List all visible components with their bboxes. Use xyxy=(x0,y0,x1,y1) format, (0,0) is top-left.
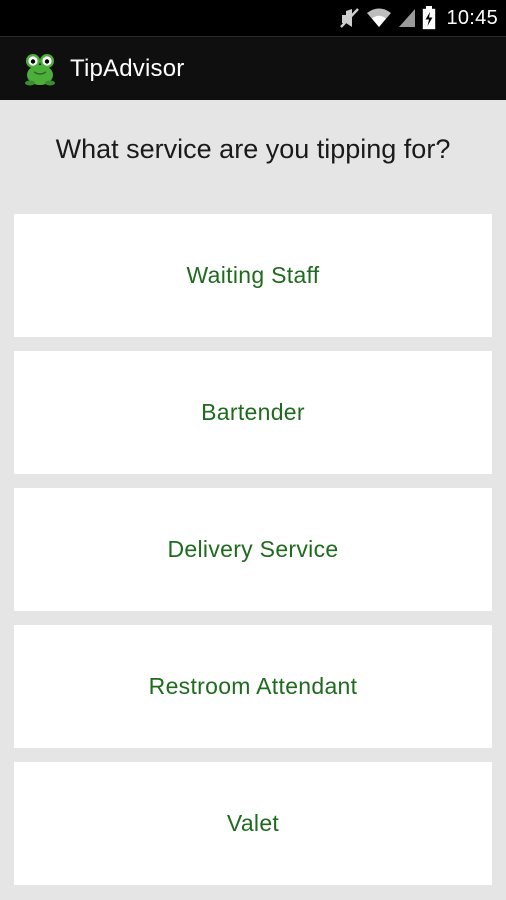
status-icons: 10:45 xyxy=(340,0,498,36)
option-restroom-attendant-button[interactable]: Restroom Attendant xyxy=(14,625,492,748)
page-question: What service are you tipping for? xyxy=(55,134,451,164)
option-label: Valet xyxy=(226,810,280,836)
service-options: Waiting Staff Bartender Delivery Service… xyxy=(14,214,492,899)
status-bar: 10:45 xyxy=(0,0,506,36)
clock: 10:45 xyxy=(446,6,498,29)
option-label: Delivery Service xyxy=(167,536,339,562)
option-label: Bartender xyxy=(201,399,305,425)
battery-charging-icon xyxy=(422,6,436,30)
main-content: What service are you tipping for? Waitin… xyxy=(0,100,506,900)
option-waiting-staff-button[interactable]: Waiting Staff xyxy=(14,214,492,337)
signal-icon xyxy=(398,7,416,29)
option-valet-button[interactable]: Valet xyxy=(14,762,492,885)
frog-icon[interactable] xyxy=(22,51,58,87)
option-delivery-service-button[interactable]: Delivery Service xyxy=(14,488,492,611)
wifi-icon xyxy=(366,7,392,29)
option-bartender-button[interactable]: Bartender xyxy=(14,351,492,474)
option-label: Waiting Staff xyxy=(186,262,320,288)
app-title: TipAdvisor xyxy=(70,54,185,82)
mute-icon xyxy=(340,7,360,29)
action-bar: TipAdvisor xyxy=(0,36,506,100)
option-label: Restroom Attendant xyxy=(148,673,358,699)
